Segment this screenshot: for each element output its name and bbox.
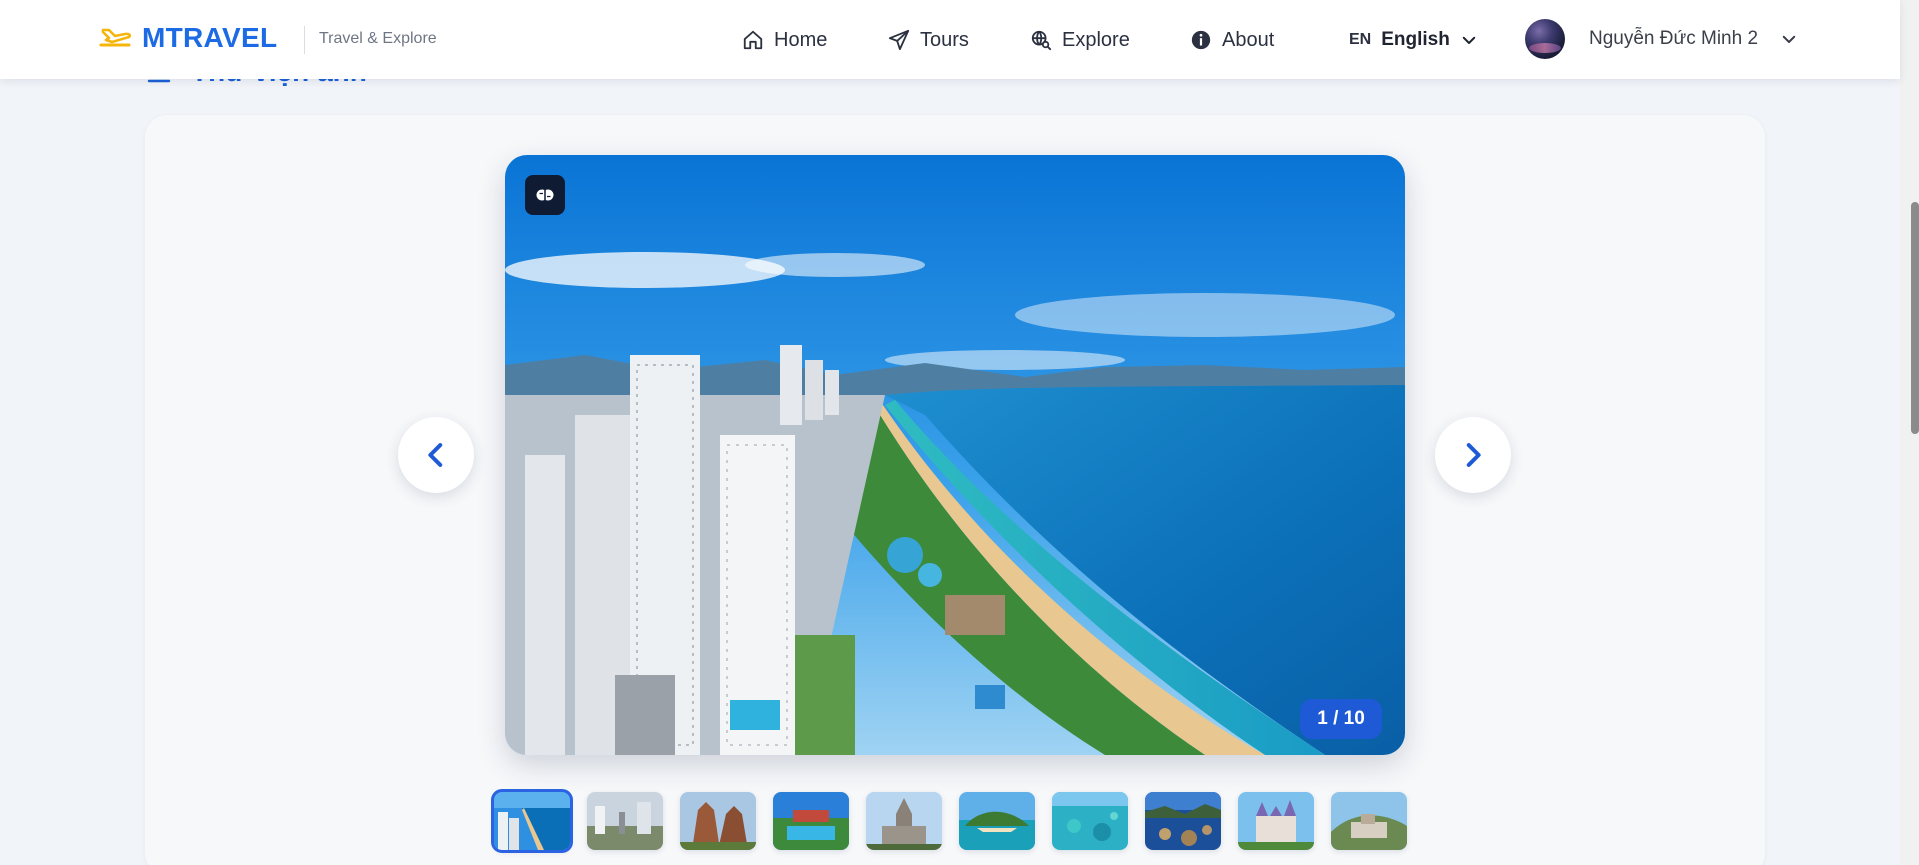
tagline: Travel & Explore xyxy=(319,30,437,47)
castle-park-thumbnail xyxy=(1238,792,1314,850)
thumbnail-1[interactable] xyxy=(491,789,573,853)
resort-pool-thumbnail xyxy=(773,792,849,850)
language-selector[interactable]: EN English xyxy=(1349,22,1478,58)
cham-towers-thumbnail xyxy=(680,792,756,850)
nav-tours[interactable]: Tours xyxy=(888,22,969,58)
rocky-coast-thumbnail xyxy=(1145,792,1221,850)
user-menu[interactable]: Nguyễn Đức Minh 2 xyxy=(1525,18,1798,60)
nav-home[interactable]: Home xyxy=(742,22,827,58)
chevron-down-icon xyxy=(1462,36,1476,44)
thumbnail-6[interactable] xyxy=(959,792,1035,850)
home-icon xyxy=(743,30,763,50)
scrollbar-thumb[interactable] xyxy=(1911,202,1919,434)
nav-about-label: About xyxy=(1222,28,1275,51)
prev-image-button[interactable] xyxy=(398,417,474,493)
stone-church-thumbnail xyxy=(866,792,942,850)
nav-explore[interactable]: Explore xyxy=(1030,22,1130,58)
thumbnail-9[interactable] xyxy=(1238,792,1314,850)
thumbnail-3[interactable] xyxy=(680,792,756,850)
thumbnail-4[interactable] xyxy=(773,792,849,850)
language-code: EN xyxy=(1349,31,1372,48)
language-name: English xyxy=(1381,29,1450,50)
logo-divider xyxy=(304,26,305,54)
ai-badge[interactable] xyxy=(525,175,565,215)
top-navbar: MTRAVEL Travel & Explore Home Tours Expl… xyxy=(0,0,1900,79)
user-name: Nguyễn Đức Minh 2 xyxy=(1589,28,1759,49)
page-scrollbar[interactable] xyxy=(1900,0,1919,865)
nav-home-label: Home xyxy=(774,28,828,51)
thumbnail-2[interactable] xyxy=(587,792,663,850)
globe-search-icon xyxy=(1031,30,1052,51)
logo-text: MTRAVEL xyxy=(142,22,278,53)
info-icon xyxy=(1191,30,1211,50)
coral-sea-thumbnail xyxy=(1052,792,1128,850)
nav-tours-label: Tours xyxy=(920,28,969,51)
paper-plane-icon xyxy=(888,29,910,51)
next-image-button[interactable] xyxy=(1435,417,1511,493)
green-island-thumbnail xyxy=(959,792,1035,850)
ai-brain-icon xyxy=(536,189,554,201)
nav-explore-label: Explore xyxy=(1062,28,1130,51)
chevron-left-icon xyxy=(428,443,443,467)
logo[interactable]: MTRAVEL xyxy=(98,20,277,56)
hill-resort-thumbnail xyxy=(1331,792,1407,850)
thumbnail-5[interactable] xyxy=(866,792,942,850)
city-beach-thumbnail xyxy=(494,792,570,850)
thumbnail-8[interactable] xyxy=(1145,792,1221,850)
chevron-down-icon xyxy=(1782,35,1796,43)
thumbnail-7[interactable] xyxy=(1052,792,1128,850)
airplane-logo-icon xyxy=(99,28,132,47)
main-gallery-image[interactable] xyxy=(505,155,1405,755)
chevron-right-icon xyxy=(1466,443,1481,467)
image-counter: 1 / 10 xyxy=(1300,699,1382,739)
coastal-city-photo xyxy=(505,155,1405,755)
nav-about[interactable]: About xyxy=(1190,22,1274,58)
avatar[interactable] xyxy=(1525,19,1565,59)
monument-plaza-thumbnail xyxy=(587,792,663,850)
thumbnail-10[interactable] xyxy=(1331,792,1407,850)
